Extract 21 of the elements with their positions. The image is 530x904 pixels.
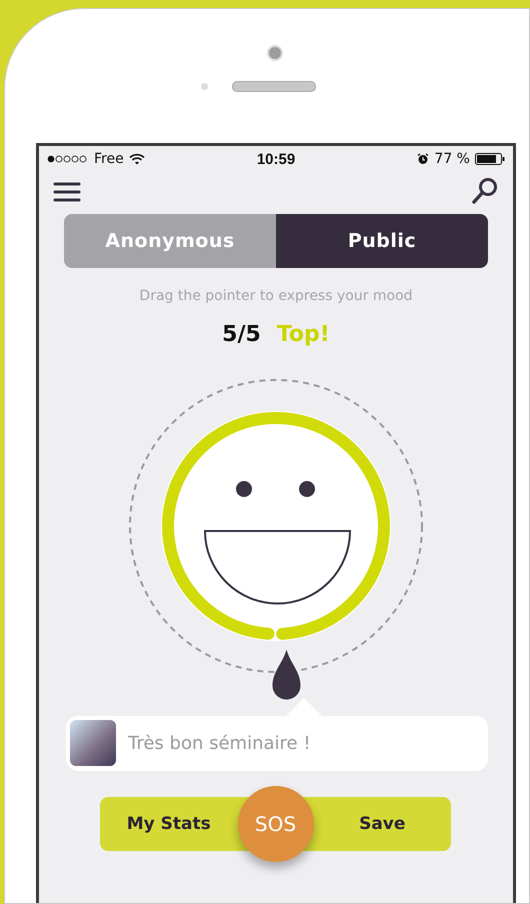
pointer-handle[interactable] — [272, 650, 300, 700]
sensor-dot — [200, 83, 208, 90]
mood-score: 5/5 — [222, 322, 261, 347]
battery-icon — [475, 153, 505, 165]
action-button[interactable]: Save — [314, 797, 451, 851]
signal-icon — [47, 155, 89, 163]
carrier-name: Free — [94, 151, 124, 167]
action-button[interactable]: My Stats — [100, 797, 238, 851]
avatar-photo-placeholder — [70, 720, 116, 766]
menu-icon[interactable] — [53, 182, 81, 202]
eye — [236, 481, 252, 497]
search-icon[interactable] — [471, 177, 499, 207]
eye — [299, 481, 315, 497]
clock-time: 10:59 — [256, 150, 296, 168]
mood-tab[interactable]: Public — [276, 214, 488, 268]
battery-percent: 77 % — [434, 151, 470, 167]
mood-label: Top! — [276, 322, 330, 347]
camera-dot — [267, 45, 283, 61]
wifi-icon — [128, 153, 145, 165]
instruction-text: Drag the pointer to express your mood — [138, 288, 414, 304]
alarm-icon — [417, 153, 430, 165]
